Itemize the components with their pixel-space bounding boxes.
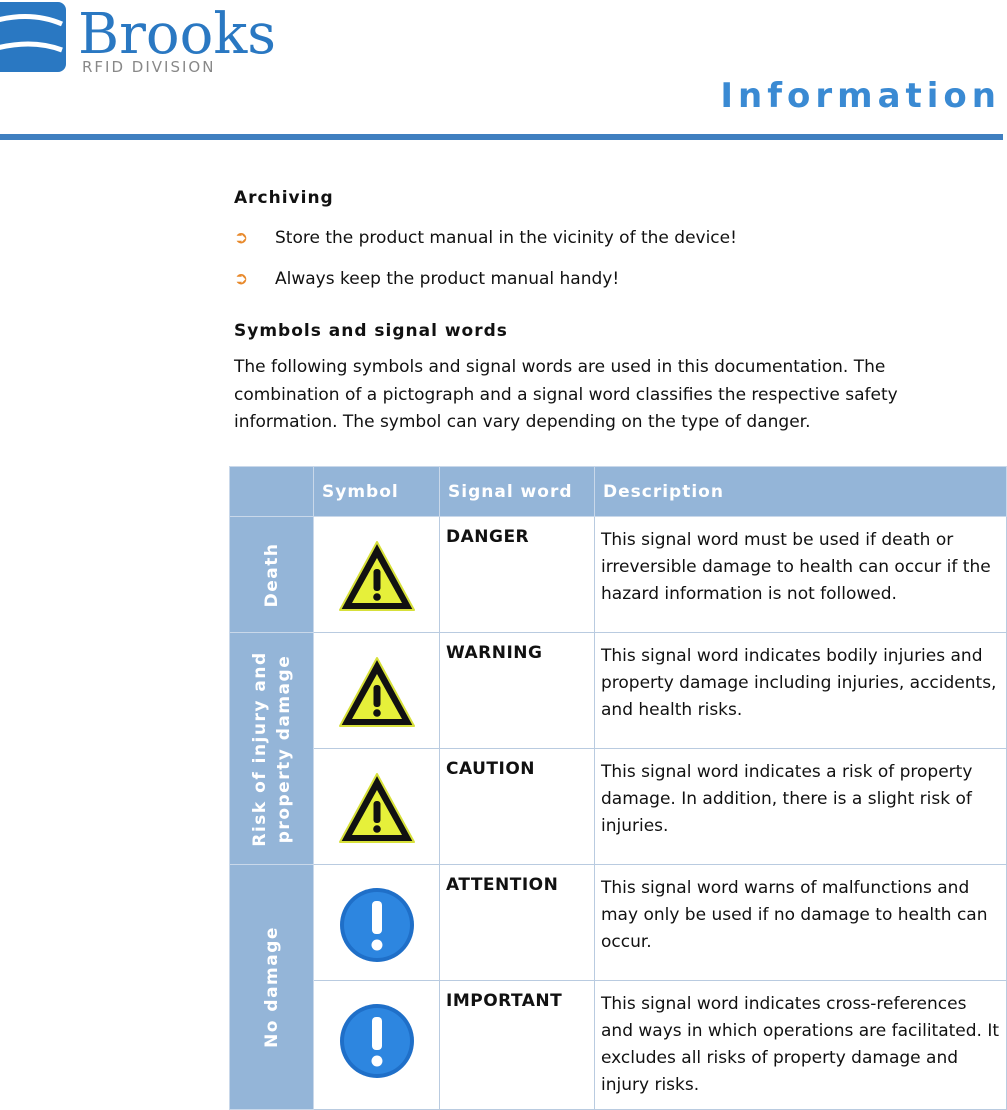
archiving-heading: Archiving bbox=[234, 188, 334, 208]
svg-text:RFID DIVISION: RFID DIVISION bbox=[82, 58, 215, 76]
signal-word: WARNING bbox=[439, 632, 595, 749]
group-death: Death bbox=[229, 516, 314, 633]
description: This signal word must be used if death o… bbox=[594, 516, 1007, 633]
group-risk: Risk of injury and property damage bbox=[229, 632, 314, 865]
header-blank bbox=[229, 466, 314, 517]
group-no-damage: No damage bbox=[229, 864, 314, 1110]
table-row: Risk of injury and property damage WARNI… bbox=[229, 632, 1007, 865]
signal-word: ATTENTION bbox=[439, 864, 595, 981]
header-symbol: Symbol bbox=[313, 466, 440, 517]
signal-words-table: Symbol Signal word Description Death DAN… bbox=[229, 466, 1007, 1110]
table-row: CAUTION This signal word indicates a ris… bbox=[230, 748, 1007, 865]
table-row: Death DANGER This signal word must be us… bbox=[229, 516, 1007, 633]
symbols-heading: Symbols and signal words bbox=[234, 321, 508, 341]
warning-triangle-icon bbox=[313, 516, 440, 633]
list-item: ➲ Always keep the product manual handy! bbox=[234, 269, 620, 289]
info-exclamation-circle-icon bbox=[313, 980, 440, 1110]
description: This signal word indicates cross-referen… bbox=[594, 980, 1007, 1110]
info-exclamation-circle-icon bbox=[313, 864, 440, 981]
header-signal-word: Signal word bbox=[439, 466, 595, 517]
header-rule bbox=[0, 134, 1003, 140]
signal-word: IMPORTANT bbox=[439, 980, 595, 1110]
description: This signal word indicates bodily injuri… bbox=[594, 632, 1007, 749]
list-item: ➲ Store the product manual in the vicinit… bbox=[234, 228, 737, 248]
warning-triangle-icon bbox=[313, 632, 440, 749]
signal-word: CAUTION bbox=[439, 748, 595, 865]
table-row: IMPORTANT This signal word indicates cro… bbox=[230, 980, 1007, 1110]
warning-triangle-icon bbox=[313, 748, 440, 865]
description: This signal word indicates a risk of pro… bbox=[594, 748, 1007, 865]
description: This signal word warns of malfunctions a… bbox=[594, 864, 1007, 981]
brooks-logo: Brooks RFID DIVISION bbox=[0, 2, 276, 76]
signal-word: DANGER bbox=[439, 516, 595, 633]
arrow-bullet-icon: ➲ bbox=[234, 269, 249, 289]
symbols-description: The following symbols and signal words a… bbox=[234, 357, 898, 432]
table-row: No damage ATTENTION This signal word war… bbox=[229, 864, 1007, 1110]
arrow-bullet-icon: ➲ bbox=[234, 228, 249, 248]
page-title: Information bbox=[720, 76, 1001, 116]
header-description: Description bbox=[594, 466, 1007, 517]
